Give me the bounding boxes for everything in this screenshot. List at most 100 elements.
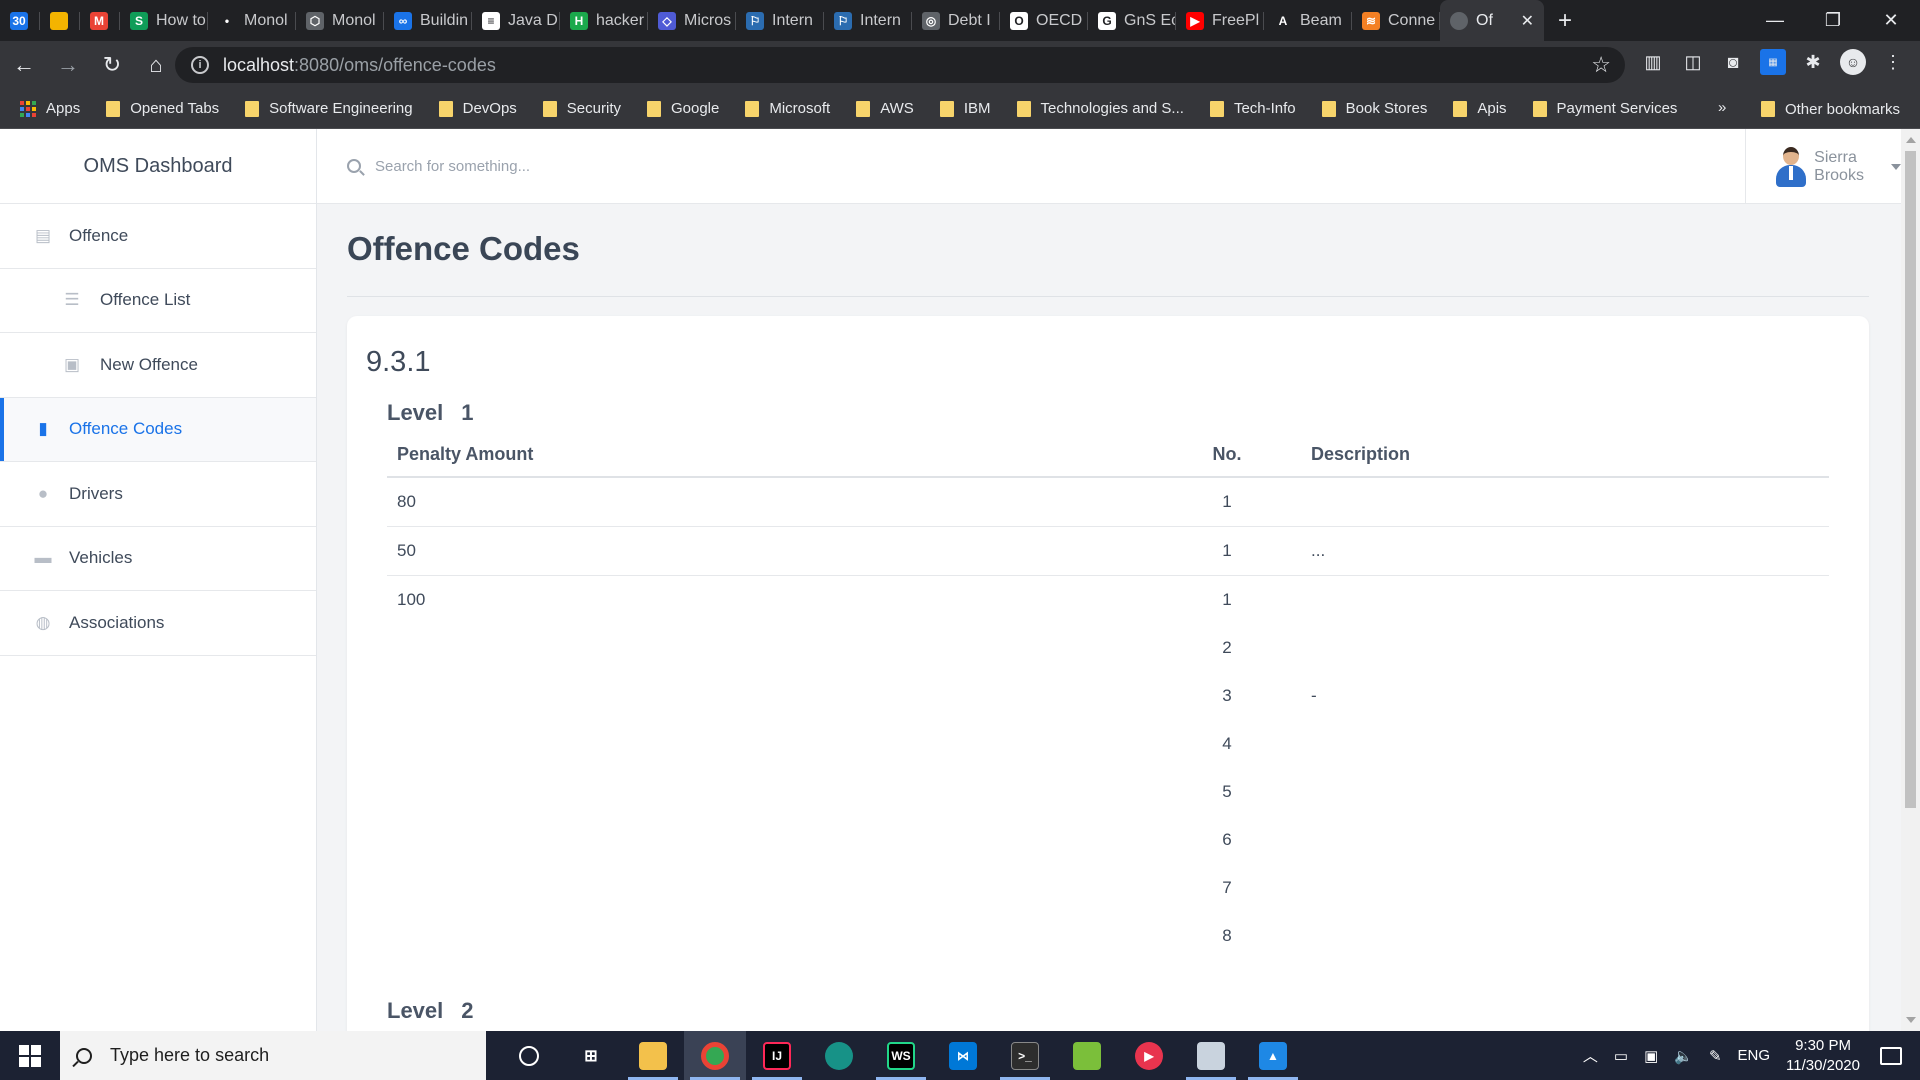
sidebar-item-offence[interactable]: ▤ Offence xyxy=(0,204,316,269)
browser-tab[interactable]: ◎ Debt I xyxy=(912,0,1000,41)
minimize-button[interactable]: — xyxy=(1746,0,1804,41)
browser-tab[interactable]: O OECD xyxy=(1000,0,1088,41)
taskbar-search[interactable]: Type here to search xyxy=(60,1031,486,1080)
browser-tab[interactable]: ≋ Conne xyxy=(1352,0,1440,41)
close-tab-icon[interactable]: ✕ xyxy=(1521,11,1534,31)
caret-down-icon xyxy=(1891,163,1901,170)
bookmark-apps[interactable]: Apps xyxy=(20,100,80,117)
bookmark-folder[interactable]: Technologies and S... xyxy=(1016,100,1184,117)
browser-tab[interactable]: ∞ Buildin xyxy=(384,0,472,41)
browser-toolbar: ← → ↻ ⌂ i localhost:8080/oms/offence-cod… xyxy=(0,41,1920,89)
control-panel-app[interactable] xyxy=(1180,1031,1242,1080)
sidebar-item-offence-codes[interactable]: ▮ Offence Codes xyxy=(0,397,316,462)
brand-title[interactable]: OMS Dashboard xyxy=(0,129,316,204)
bookmark-folder[interactable]: Security xyxy=(542,100,621,117)
file-explorer-app[interactable] xyxy=(622,1031,684,1080)
photos-app[interactable]: ▲ xyxy=(1242,1031,1304,1080)
bookmark-folder[interactable]: AWS xyxy=(856,100,914,117)
menu-icon[interactable]: ⋮ xyxy=(1880,49,1906,75)
url-path: :8080/oms/offence-codes xyxy=(294,54,496,75)
webstorm-app[interactable]: WS xyxy=(870,1031,932,1080)
browser-tab[interactable]: ⚐ Intern xyxy=(736,0,824,41)
browser-tab[interactable] xyxy=(40,0,80,41)
bookmark-folder[interactable]: Apis xyxy=(1453,100,1507,117)
show-hidden-icons-button[interactable]: ︿ xyxy=(1583,1045,1598,1066)
browser-tab[interactable]: G GnS Ec xyxy=(1088,0,1176,41)
sidebar-item-drivers[interactable]: ● Drivers xyxy=(0,462,316,527)
task-view-button[interactable]: ⊞ xyxy=(560,1031,622,1080)
sidebar-item-offence-list[interactable]: ☰ Offence List xyxy=(0,269,316,333)
site-info-icon[interactable]: i xyxy=(191,56,209,74)
terminal-app[interactable]: >_ xyxy=(994,1031,1056,1080)
bookmark-folder[interactable]: Software Engineering xyxy=(245,100,413,117)
calendar-extension-icon[interactable]: ▦ xyxy=(1760,49,1786,75)
pen-icon[interactable]: ✎ xyxy=(1709,1047,1722,1065)
extension-icon[interactable]: ◙ xyxy=(1720,49,1746,75)
bookmark-folder[interactable]: Google xyxy=(646,100,719,117)
sidebar-item-new-offence[interactable]: ▣ New Offence xyxy=(0,333,316,398)
reading-list-icon[interactable]: ▥ xyxy=(1640,49,1666,75)
browser-tab[interactable]: ⚐ Intern xyxy=(824,0,912,41)
scroll-up-arrow-icon[interactable] xyxy=(1906,137,1916,143)
more-bookmarks-button[interactable]: » xyxy=(1718,99,1726,116)
bookmark-folder[interactable]: Microsoft xyxy=(745,100,830,117)
gitkraken-app[interactable] xyxy=(808,1031,870,1080)
vscode-app[interactable]: ⋈ xyxy=(932,1031,994,1080)
favicon-icon: ∞ xyxy=(394,11,412,30)
other-bookmarks[interactable]: Other bookmarks xyxy=(1760,89,1900,129)
restore-button[interactable]: ❐ xyxy=(1804,0,1862,41)
start-button[interactable] xyxy=(0,1031,60,1080)
browser-tab[interactable]: ▶ FreePl xyxy=(1176,0,1264,41)
scrollbar-thumb[interactable] xyxy=(1905,151,1916,808)
bookmark-folder[interactable]: DevOps xyxy=(438,100,517,117)
sidebar-item-vehicles[interactable]: ▬ Vehicles xyxy=(0,527,316,591)
notifications-icon[interactable] xyxy=(1880,1046,1902,1065)
tab-active[interactable]: Of ✕ xyxy=(1440,0,1544,41)
network-icon[interactable]: ▣ xyxy=(1644,1047,1658,1065)
tab-label: Intern xyxy=(860,11,901,29)
profile-icon[interactable]: ☺ xyxy=(1840,49,1866,75)
intellij-app[interactable]: IJ xyxy=(746,1031,808,1080)
sidebar-item-associations[interactable]: ◍ Associations xyxy=(0,591,316,656)
bookmark-folder[interactable]: IBM xyxy=(939,100,991,117)
browser-tab[interactable]: • Monol xyxy=(208,0,296,41)
search-box[interactable]: Search for something... xyxy=(347,158,530,175)
bookmark-folder[interactable]: Tech-Info xyxy=(1209,100,1296,117)
back-button[interactable]: ← xyxy=(4,45,44,85)
volume-icon[interactable]: 🔈 xyxy=(1674,1047,1693,1065)
language-indicator[interactable]: ENG xyxy=(1738,1047,1771,1064)
notepad-app[interactable] xyxy=(1056,1031,1118,1080)
media-player-app[interactable]: ▶ xyxy=(1118,1031,1180,1080)
bookmark-folder[interactable]: Book Stores xyxy=(1321,100,1427,117)
browser-tab[interactable]: M xyxy=(80,0,120,41)
page-scrollbar[interactable] xyxy=(1901,129,1920,1031)
clock[interactable]: 9:30 PM 11/30/2020 xyxy=(1786,1036,1860,1076)
cortana-button[interactable] xyxy=(498,1031,560,1080)
reload-button[interactable]: ↻ xyxy=(92,45,132,85)
puzzle-icon[interactable]: ✱ xyxy=(1800,49,1826,75)
no-value: 4 xyxy=(1222,734,1232,753)
bookmark-folder[interactable]: Payment Services xyxy=(1532,100,1677,117)
pocket-icon[interactable]: ◫ xyxy=(1680,49,1706,75)
folder-icon xyxy=(438,100,453,117)
browser-tab[interactable]: ⬡ Monol xyxy=(296,0,384,41)
taskbar-search-input[interactable]: Type here to search xyxy=(110,1045,269,1066)
address-bar[interactable]: i localhost:8080/oms/offence-codes ☆ xyxy=(175,47,1625,83)
search-input[interactable]: Search for something... xyxy=(375,158,530,175)
browser-tab[interactable]: ≡ Java D xyxy=(472,0,560,41)
browser-tab[interactable]: A Beam xyxy=(1264,0,1352,41)
new-tab-button[interactable]: + xyxy=(1558,7,1572,35)
home-button[interactable]: ⌂ xyxy=(136,45,176,85)
forward-button[interactable]: → xyxy=(48,45,88,85)
close-window-button[interactable]: ✕ xyxy=(1862,0,1920,41)
chrome-app[interactable] xyxy=(684,1031,746,1080)
browser-tab[interactable]: 30 xyxy=(0,0,40,41)
battery-icon[interactable]: ▭ xyxy=(1614,1047,1628,1065)
bookmark-star-icon[interactable]: ☆ xyxy=(1591,52,1611,78)
scroll-down-arrow-icon[interactable] xyxy=(1906,1017,1916,1023)
bookmark-folder[interactable]: Opened Tabs xyxy=(106,100,219,117)
user-menu[interactable]: Sierra Brooks xyxy=(1745,129,1901,204)
browser-tab[interactable]: S How to xyxy=(120,0,208,41)
browser-tab[interactable]: ◇ Micros xyxy=(648,0,736,41)
browser-tab[interactable]: Hhacker xyxy=(560,0,648,41)
